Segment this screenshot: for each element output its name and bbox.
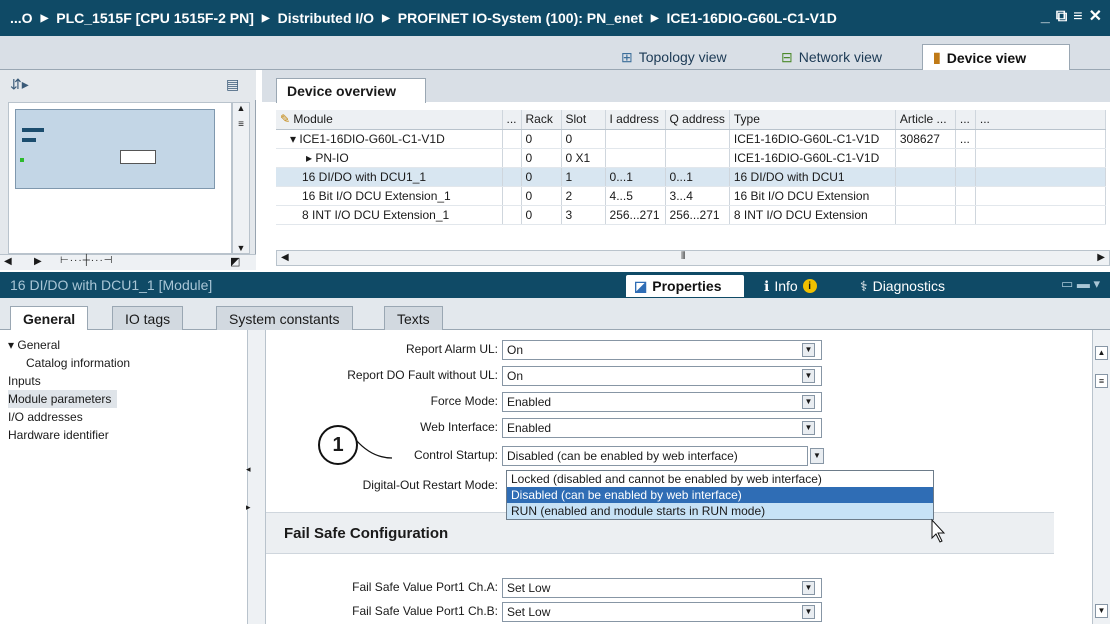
callout-leader-line [355, 439, 946, 543]
leader-line [355, 439, 393, 459]
mouse-pointer-icon [931, 518, 946, 543]
